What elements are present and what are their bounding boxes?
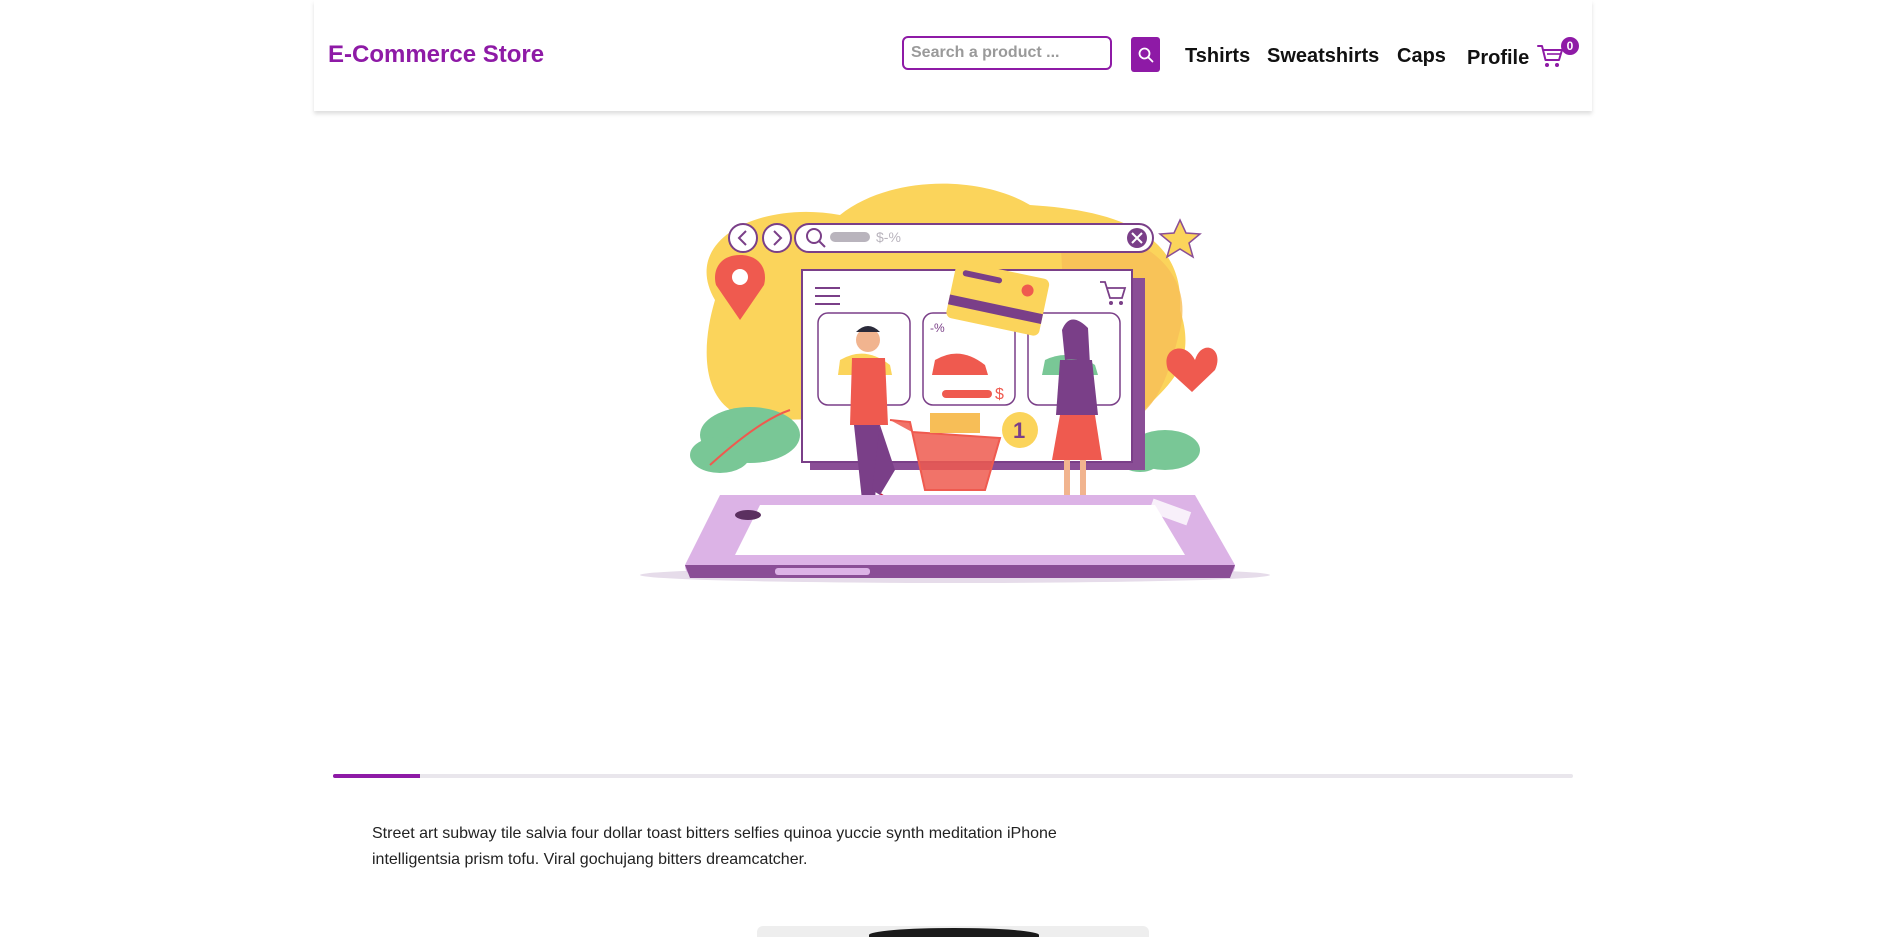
search-button[interactable] [1131, 37, 1160, 72]
hero-description: Street art subway tile salvia four dolla… [372, 825, 1057, 868]
nav-link-profile[interactable]: Profile [1467, 47, 1529, 70]
cart-count-badge: 0 [1561, 37, 1579, 55]
nav-link-tshirts[interactable]: Tshirts [1185, 45, 1250, 68]
product-card-preview[interactable] [757, 926, 1149, 937]
brand-logo[interactable]: E-Commerce Store [328, 41, 544, 69]
discount-tag: -% [930, 321, 945, 335]
cart-count-illustration: 1 [1013, 418, 1025, 443]
slider-progress [333, 774, 1573, 778]
navbar: E-Commerce Store Tshirts Sweatshirts Cap… [314, 0, 1592, 111]
slider-progress-fill [333, 774, 420, 778]
heart-icon [1166, 347, 1218, 392]
product-image-preview [869, 928, 1039, 937]
search-input[interactable] [902, 36, 1112, 70]
nav-link-sweatshirts[interactable]: Sweatshirts [1267, 45, 1379, 68]
price-tag: $ [995, 386, 1004, 403]
browser-search-text: $-% [876, 229, 901, 245]
star-icon [1158, 218, 1202, 259]
tablet-base [640, 495, 1270, 583]
nav-link-caps[interactable]: Caps [1397, 45, 1446, 68]
leaves-left [690, 407, 800, 473]
search-icon [1138, 47, 1153, 62]
hero-illustration: $-% -% $ 1 [640, 183, 1270, 583]
